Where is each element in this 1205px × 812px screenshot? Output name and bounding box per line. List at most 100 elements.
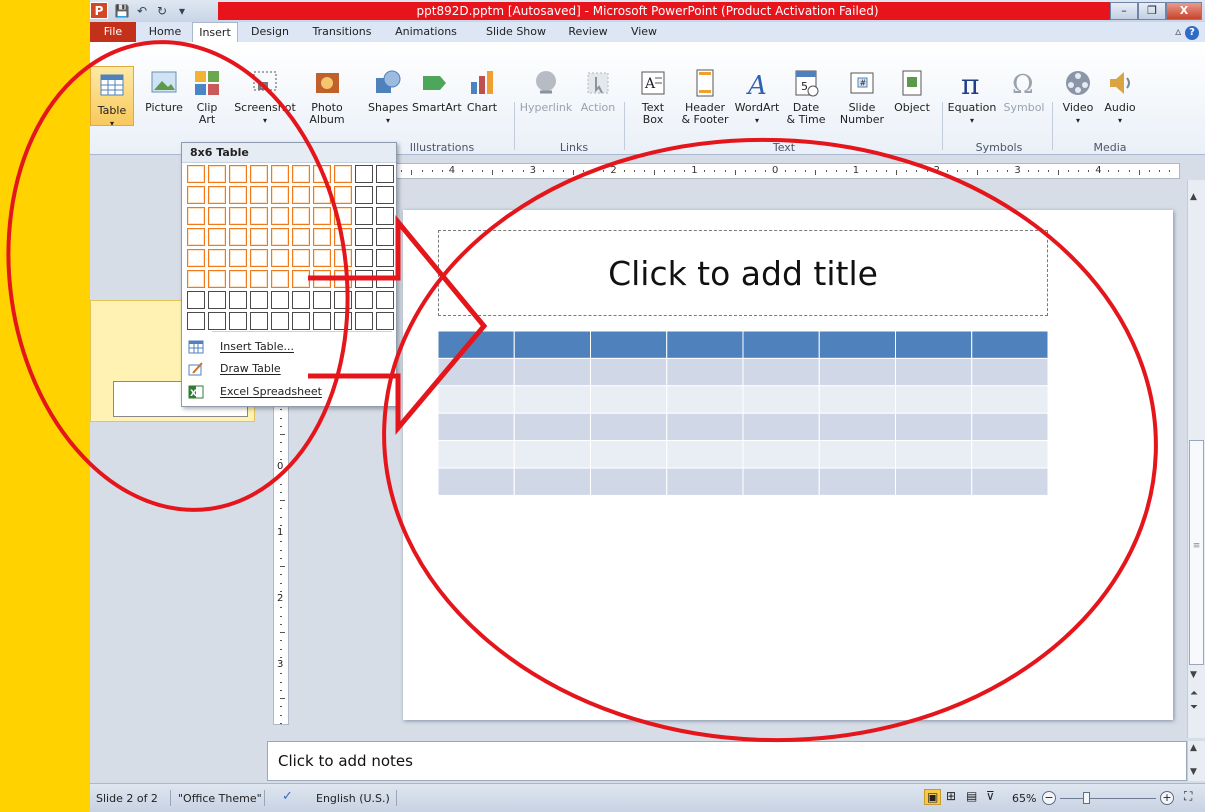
table-cell[interactable]	[895, 385, 973, 414]
shapes-button[interactable]: Shapes ▾	[368, 68, 408, 127]
next-slide-icon[interactable]: ⏷	[1190, 702, 1198, 713]
table-grid-cell-selected[interactable]	[250, 207, 268, 225]
table-grid-cell[interactable]	[313, 312, 331, 330]
header-footer-button[interactable]: Header & Footer	[680, 68, 730, 126]
table-grid-cell[interactable]	[376, 291, 394, 309]
text-box-button[interactable]: A Text Box	[636, 68, 670, 126]
close-button[interactable]: X	[1166, 2, 1202, 20]
notes-scroll-up-icon[interactable]: ▲	[1190, 743, 1197, 753]
table-grid-cell-selected[interactable]	[250, 228, 268, 246]
zoom-in-icon[interactable]: +	[1160, 791, 1174, 805]
slide-table[interactable]	[438, 331, 1048, 495]
table-grid-cell[interactable]	[271, 291, 289, 309]
table-cell[interactable]	[666, 412, 744, 442]
table-grid-cell-selected[interactable]	[187, 207, 205, 225]
table-grid-cell[interactable]	[208, 312, 226, 330]
table-grid-cell-selected[interactable]	[334, 228, 352, 246]
table-grid-cell[interactable]	[334, 312, 352, 330]
table-cell[interactable]	[971, 385, 1048, 414]
clip-art-button[interactable]: Clip Art	[190, 68, 224, 126]
symbol-button[interactable]: Ω Symbol	[1002, 68, 1046, 114]
table-grid-cell[interactable]	[376, 186, 394, 204]
table-cell[interactable]	[742, 357, 820, 387]
table-grid-cell-selected[interactable]	[208, 249, 226, 267]
hyperlink-button[interactable]: Hyperlink	[518, 68, 574, 114]
table-grid-cell-selected[interactable]	[250, 249, 268, 267]
scrollbar-thumb[interactable]: ≡	[1189, 440, 1204, 665]
tab-home[interactable]: Home	[142, 22, 188, 42]
scroll-down-icon[interactable]: ▼	[1190, 670, 1197, 680]
table-grid-cell-selected[interactable]	[250, 186, 268, 204]
table-grid-cell[interactable]	[376, 165, 394, 183]
table-grid-cell-selected[interactable]	[271, 270, 289, 288]
table-cell[interactable]	[895, 440, 973, 469]
table-grid-cell-selected[interactable]	[334, 249, 352, 267]
restore-button[interactable]: ❐	[1138, 2, 1166, 20]
table-grid-cell-selected[interactable]	[187, 186, 205, 204]
table-cell[interactable]	[742, 467, 820, 495]
table-grid-cell-selected[interactable]	[313, 249, 331, 267]
table-grid-cell-selected[interactable]	[250, 165, 268, 183]
table-cell[interactable]	[438, 412, 515, 442]
photo-album-button[interactable]: Photo Album	[304, 68, 350, 126]
notes-scroll-down-icon[interactable]: ▼	[1190, 767, 1197, 777]
table-cell[interactable]	[818, 385, 896, 414]
screenshot-button[interactable]: Screenshot ▾	[232, 68, 298, 127]
table-cell[interactable]	[971, 467, 1048, 495]
table-header-cell[interactable]	[818, 331, 896, 359]
table-cell[interactable]	[742, 440, 820, 469]
table-grid-cell-selected[interactable]	[271, 228, 289, 246]
slide-sorter-icon[interactable]: ⊞	[946, 789, 956, 803]
reading-view-icon[interactable]: ▤	[966, 789, 977, 803]
table-grid-cell-selected[interactable]	[271, 186, 289, 204]
action-button[interactable]: Action	[578, 68, 618, 114]
table-cell[interactable]	[513, 440, 591, 469]
zoom-slider[interactable]	[1060, 798, 1156, 799]
table-grid-cell[interactable]	[355, 228, 373, 246]
slide-number-button[interactable]: # Slide Number	[836, 68, 888, 126]
table-grid-cell-selected[interactable]	[292, 228, 310, 246]
table-grid-cell[interactable]	[355, 207, 373, 225]
table-grid-cell[interactable]	[355, 312, 373, 330]
table-cell[interactable]	[971, 357, 1048, 387]
table-grid-cell-selected[interactable]	[229, 207, 247, 225]
excel-spreadsheet-menu-item[interactable]: X Excel Spreadsheet	[182, 381, 396, 403]
table-grid-cell-selected[interactable]	[334, 270, 352, 288]
table-cell[interactable]	[742, 412, 820, 442]
table-grid-cell-selected[interactable]	[187, 270, 205, 288]
table-grid-cell[interactable]	[376, 270, 394, 288]
object-button[interactable]: Object	[890, 68, 934, 114]
table-grid-cell-selected[interactable]	[208, 165, 226, 183]
table-cell[interactable]	[666, 440, 744, 469]
table-cell[interactable]	[513, 467, 591, 495]
table-grid-cell-selected[interactable]	[208, 186, 226, 204]
tab-slide-show[interactable]: Slide Show	[476, 22, 556, 42]
table-grid-cell[interactable]	[376, 228, 394, 246]
minimize-button[interactable]: –	[1110, 2, 1138, 20]
tab-transitions[interactable]: Transitions	[302, 22, 382, 42]
table-grid-cell-selected[interactable]	[187, 249, 205, 267]
table-grid-cell-selected[interactable]	[292, 249, 310, 267]
zoom-level[interactable]: 65%	[1012, 792, 1036, 805]
draw-table-menu-item[interactable]: Draw Table	[182, 358, 396, 380]
table-grid-cell-selected[interactable]	[292, 165, 310, 183]
table-cell[interactable]	[513, 412, 591, 442]
table-grid-cell[interactable]	[187, 291, 205, 309]
table-grid-cell-selected[interactable]	[229, 165, 247, 183]
table-grid-cell[interactable]	[376, 312, 394, 330]
table-header-cell[interactable]	[590, 331, 668, 359]
zoom-slider-thumb[interactable]	[1083, 792, 1090, 804]
table-header-cell[interactable]	[513, 331, 591, 359]
table-grid-cell-selected[interactable]	[292, 186, 310, 204]
table-grid-cell-selected[interactable]	[292, 270, 310, 288]
table-grid-cell[interactable]	[250, 312, 268, 330]
table-button[interactable]: Table ▾	[90, 66, 134, 128]
table-grid-cell[interactable]	[355, 291, 373, 309]
table-grid-cell[interactable]	[292, 312, 310, 330]
table-grid-cell-selected[interactable]	[208, 270, 226, 288]
table-cell[interactable]	[438, 385, 515, 414]
language[interactable]: English (U.S.)	[316, 792, 390, 805]
title-placeholder[interactable]: Click to add title	[438, 230, 1048, 316]
table-grid-cell-selected[interactable]	[313, 186, 331, 204]
table-grid-cell[interactable]	[313, 291, 331, 309]
